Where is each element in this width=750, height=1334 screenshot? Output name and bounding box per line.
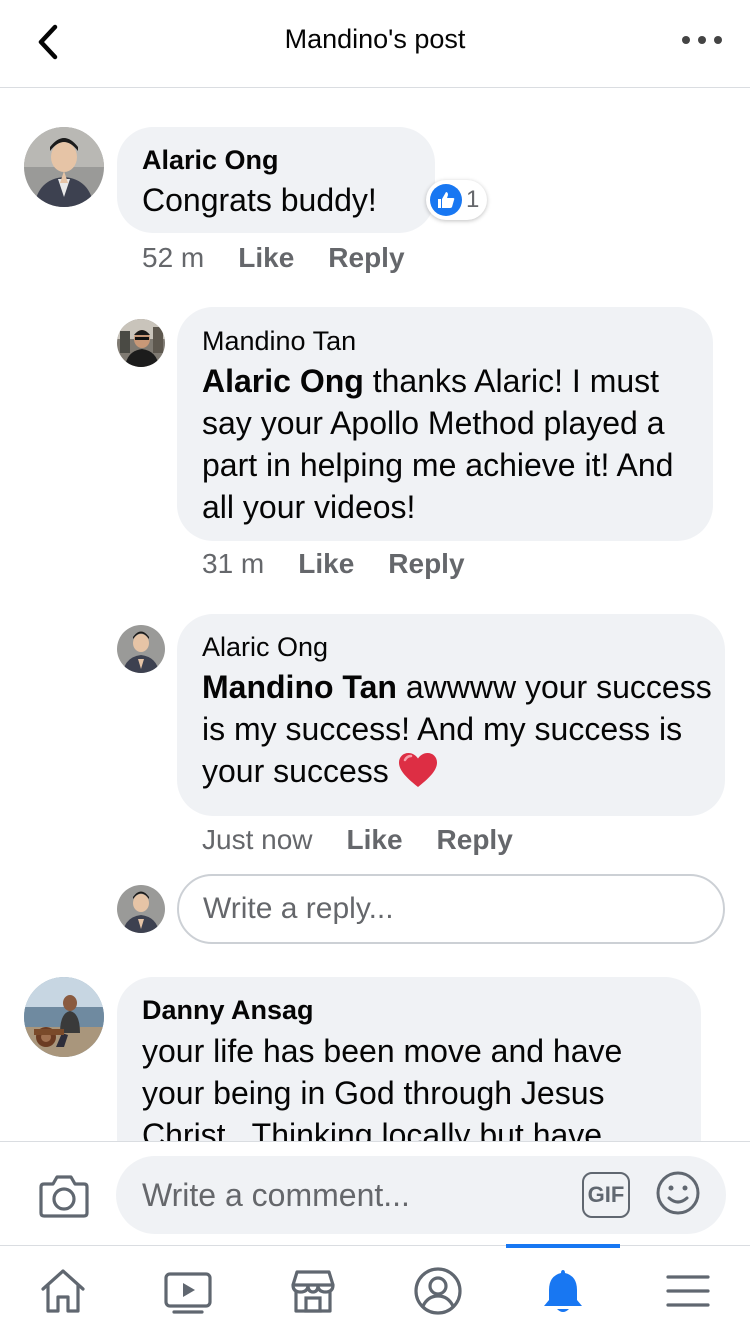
like-button[interactable]: Like — [347, 824, 403, 856]
reply-button[interactable]: Reply — [437, 824, 513, 856]
reply-button[interactable]: Reply — [388, 548, 464, 580]
heart-emoji-icon — [398, 752, 438, 798]
comment-author[interactable]: Mandino Tan — [202, 326, 356, 357]
home-icon — [40, 1268, 85, 1313]
camera-icon — [39, 1175, 89, 1218]
comment-meta: 31 m Like Reply — [202, 548, 465, 580]
emoji-button[interactable] — [655, 1170, 701, 1216]
comment-author[interactable]: Alaric Ong — [142, 145, 279, 176]
dot-icon — [698, 36, 706, 44]
more-options-button[interactable] — [682, 30, 722, 50]
camera-button[interactable] — [38, 1172, 90, 1220]
comment-composer: Write a comment... GIF — [0, 1141, 750, 1245]
profile-icon — [413, 1266, 462, 1315]
comment-meta: 52 m Like Reply — [142, 242, 405, 274]
comment-time: 31 m — [202, 548, 265, 579]
tab-home[interactable] — [0, 1246, 125, 1334]
reply-input[interactable]: Write a reply... — [177, 874, 725, 944]
comment-text: your life has been move and have your be… — [142, 1033, 623, 1141]
mention-link[interactable]: Alaric Ong — [202, 363, 364, 399]
watch-icon — [163, 1271, 212, 1314]
comment-text: Mandino Tan awwww your success is my suc… — [202, 666, 717, 798]
tab-marketplace[interactable] — [250, 1246, 375, 1334]
comment-author[interactable]: Danny Ansag — [142, 995, 314, 1026]
tab-notifications[interactable] — [500, 1246, 625, 1334]
smiley-icon — [656, 1171, 700, 1215]
top-bar: Mandino's post — [0, 0, 750, 88]
comments-list[interactable]: Alaric Ong Congrats buddy! 1 52 m Like R… — [0, 89, 750, 1141]
comment-bubble[interactable]: Danny Ansag your life has been move and … — [117, 977, 701, 1141]
marketplace-icon — [290, 1269, 335, 1313]
thumbs-up-icon — [430, 184, 462, 216]
avatar — [117, 885, 165, 933]
comment-author[interactable]: Alaric Ong — [202, 632, 328, 663]
comment-input[interactable]: Write a comment... — [116, 1156, 726, 1234]
reaction-badge[interactable]: 1 — [426, 180, 488, 220]
page-title: Mandino's post — [284, 24, 466, 54]
gif-button[interactable]: GIF — [582, 1172, 630, 1218]
comment-meta: Just now Like Reply — [202, 824, 513, 856]
notifications-icon — [543, 1269, 582, 1312]
avatar[interactable] — [117, 625, 165, 673]
bottom-tab-bar — [0, 1244, 750, 1334]
reply-bubble[interactable]: Mandino Tan Alaric Ong thanks Alaric! I … — [177, 307, 713, 541]
like-button[interactable]: Like — [298, 548, 354, 580]
comment-bubble[interactable]: Alaric Ong Congrats buddy! — [117, 127, 435, 233]
reaction-count: 1 — [466, 186, 480, 213]
tab-menu[interactable] — [625, 1246, 750, 1334]
like-button[interactable]: Like — [238, 242, 294, 274]
mention-link[interactable]: Mandino Tan — [202, 669, 397, 705]
comment-time: 52 m — [142, 242, 205, 273]
dot-icon — [714, 36, 722, 44]
comment-time: Just now — [202, 824, 313, 855]
comment-text: Alaric Ong thanks Alaric! I must say you… — [202, 360, 697, 528]
avatar[interactable] — [117, 319, 165, 367]
avatar[interactable] — [24, 127, 104, 207]
tab-profile[interactable] — [375, 1246, 500, 1334]
tab-watch[interactable] — [125, 1246, 250, 1334]
reply-button[interactable]: Reply — [328, 242, 404, 274]
avatar[interactable] — [24, 977, 104, 1057]
dot-icon — [682, 36, 690, 44]
reply-bubble[interactable]: Alaric Ong Mandino Tan awwww your succes… — [177, 614, 725, 816]
comment-text: Congrats buddy! — [142, 182, 377, 218]
menu-icon — [665, 1274, 710, 1307]
